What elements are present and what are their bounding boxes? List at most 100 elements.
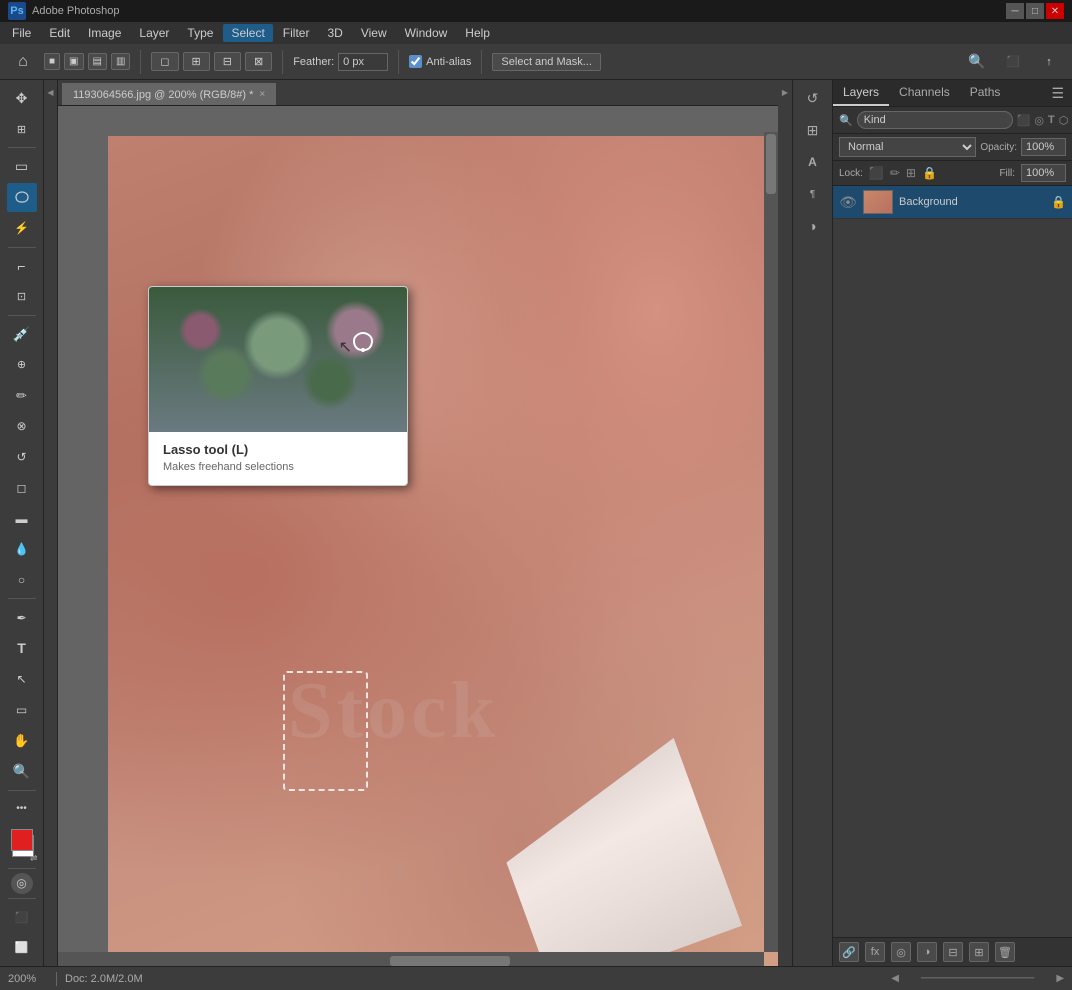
- delete-layer-button[interactable]: 🗑: [995, 942, 1015, 962]
- blur-tool[interactable]: 💧: [7, 535, 37, 564]
- right-colorwheel-icon[interactable]: ◑: [799, 212, 827, 240]
- lock-all-icon[interactable]: 🔒: [922, 166, 937, 180]
- filter-text-icon[interactable]: T: [1048, 114, 1055, 126]
- swap-colors-icon[interactable]: ⇌: [30, 853, 38, 864]
- right-paragraph-icon[interactable]: ¶: [799, 180, 827, 208]
- dodge-tool[interactable]: ○: [7, 566, 37, 595]
- intersect-selection-btn[interactable]: ⊠: [245, 52, 272, 71]
- layer-mask-button[interactable]: ◎: [891, 942, 911, 962]
- menu-view[interactable]: View: [353, 24, 395, 42]
- canvas-tab[interactable]: 1193064566.jpg @ 200% (RGB/8#) * ×: [62, 83, 276, 105]
- tab-layers[interactable]: Layers: [833, 80, 889, 106]
- tab-close-button[interactable]: ×: [259, 89, 265, 100]
- right-grid-icon[interactable]: ⊞: [799, 116, 827, 144]
- feather-input[interactable]: [338, 53, 388, 71]
- blend-mode-select[interactable]: Normal Multiply Screen Overlay: [839, 137, 976, 157]
- lock-artboard-icon[interactable]: ⊞: [906, 166, 916, 180]
- vertical-scrollbar[interactable]: [764, 132, 778, 952]
- lock-pixels-icon[interactable]: ⬛: [869, 166, 884, 180]
- move-tool[interactable]: ✥: [7, 84, 37, 113]
- canvas-image[interactable]: Stock ↖: [108, 136, 778, 966]
- menu-edit[interactable]: Edit: [41, 24, 78, 42]
- hand-tool[interactable]: ✋: [7, 726, 37, 755]
- vscroll-thumb[interactable]: [766, 134, 776, 194]
- new-layer-button[interactable]: ⊞: [969, 942, 989, 962]
- frame-tool[interactable]: ⊡: [7, 282, 37, 311]
- collapse-right-arrow[interactable]: ▶: [781, 88, 790, 97]
- layer-effects-button[interactable]: fx: [865, 942, 885, 962]
- healing-brush-tool[interactable]: ⊕: [7, 351, 37, 380]
- menu-filter[interactable]: Filter: [275, 24, 318, 42]
- collapse-left-arrow[interactable]: ◀: [46, 88, 55, 97]
- shape-tool[interactable]: ▭: [7, 695, 37, 724]
- layers-panel-menu[interactable]: ☰: [1043, 81, 1072, 106]
- artboard-tool[interactable]: ⊞: [7, 115, 37, 144]
- gradient-tool[interactable]: ▬: [7, 504, 37, 533]
- filter-pixel-icon[interactable]: ⬛: [1017, 114, 1031, 127]
- maximize-button[interactable]: □: [1026, 3, 1044, 19]
- fill-input[interactable]: [1021, 164, 1066, 182]
- statusbar-prev[interactable]: ◀: [891, 973, 899, 984]
- menu-window[interactable]: Window: [397, 24, 456, 42]
- foreground-color-chip[interactable]: [11, 829, 33, 851]
- toolbar-single-row[interactable]: ▤: [88, 53, 107, 70]
- menu-image[interactable]: Image: [80, 24, 129, 42]
- workspace-icon[interactable]: ⬛: [998, 47, 1028, 77]
- horizontal-scrollbar[interactable]: [58, 952, 764, 966]
- statusbar-scrollbar[interactable]: ────────────────: [901, 973, 1054, 984]
- magic-wand-tool[interactable]: ⚡: [7, 214, 37, 243]
- lock-position-icon[interactable]: ✏: [890, 166, 900, 180]
- rectangular-marquee-tool[interactable]: ▭: [7, 152, 37, 181]
- brush-tool[interactable]: ✏: [7, 381, 37, 410]
- hscroll-thumb[interactable]: [390, 956, 510, 966]
- add-selection-btn[interactable]: ⊞: [183, 52, 210, 71]
- new-group-button[interactable]: ⊟: [943, 942, 963, 962]
- menu-select[interactable]: Select: [223, 24, 272, 42]
- menu-type[interactable]: Type: [179, 24, 221, 42]
- pen-tool[interactable]: ✒: [7, 603, 37, 632]
- menu-file[interactable]: File: [4, 24, 39, 42]
- right-text-icon[interactable]: A: [799, 148, 827, 176]
- layer-visibility-eye[interactable]: 👁: [839, 194, 857, 211]
- opacity-input[interactable]: [1021, 138, 1066, 156]
- adjustment-layer-button[interactable]: ◑: [917, 942, 937, 962]
- layers-filter-input[interactable]: [857, 111, 1013, 129]
- lasso-tool[interactable]: [7, 183, 37, 212]
- subtract-selection-btn[interactable]: ⊟: [214, 52, 241, 71]
- zoom-tool[interactable]: 🔍: [7, 757, 37, 786]
- toolbar-round-select[interactable]: ▣: [64, 53, 83, 70]
- menu-3d[interactable]: 3D: [319, 24, 350, 42]
- statusbar-next[interactable]: ▶: [1056, 973, 1064, 984]
- stamp-tool[interactable]: ⊗: [7, 412, 37, 441]
- screen-mode-alt-icon[interactable]: ⬜: [7, 933, 37, 962]
- minimize-button[interactable]: ─: [1006, 3, 1024, 19]
- layer-item-background[interactable]: 👁 Background 🔒: [833, 186, 1072, 219]
- link-layers-button[interactable]: 🔗: [839, 942, 859, 962]
- text-tool[interactable]: T: [7, 634, 37, 663]
- path-selection-tool[interactable]: ↖: [7, 665, 37, 694]
- antialias-checkbox[interactable]: [409, 55, 422, 68]
- history-brush-tool[interactable]: ↺: [7, 443, 37, 472]
- eyedropper-tool[interactable]: 💉: [7, 320, 37, 349]
- tab-paths[interactable]: Paths: [960, 80, 1011, 106]
- filter-adjust-icon[interactable]: ◎: [1034, 114, 1044, 127]
- titlebar-controls[interactable]: ─ □ ✕: [1006, 3, 1064, 19]
- toolbar-rect-select[interactable]: ■: [44, 53, 60, 70]
- right-history-icon[interactable]: ↺: [799, 84, 827, 112]
- menu-help[interactable]: Help: [457, 24, 498, 42]
- search-icon[interactable]: 🔍: [962, 47, 992, 77]
- new-selection-btn[interactable]: ◻: [151, 52, 178, 71]
- quick-mask-icon[interactable]: ◎: [11, 873, 33, 894]
- select-mask-button[interactable]: Select and Mask...: [492, 53, 601, 71]
- close-button[interactable]: ✕: [1046, 3, 1064, 19]
- toolbar-single-col[interactable]: ▥: [111, 53, 130, 70]
- filter-shape-icon[interactable]: ⬡: [1059, 114, 1069, 127]
- share-icon[interactable]: ↑: [1034, 47, 1064, 77]
- extra-tools[interactable]: •••: [7, 795, 37, 824]
- crop-tool[interactable]: ⌐: [7, 252, 37, 281]
- menu-layer[interactable]: Layer: [131, 24, 177, 42]
- tab-channels[interactable]: Channels: [889, 80, 960, 106]
- toolbar-home[interactable]: ⌂: [8, 47, 38, 77]
- screen-mode-icon[interactable]: ⬛: [7, 903, 37, 932]
- eraser-tool[interactable]: ◻: [7, 473, 37, 502]
